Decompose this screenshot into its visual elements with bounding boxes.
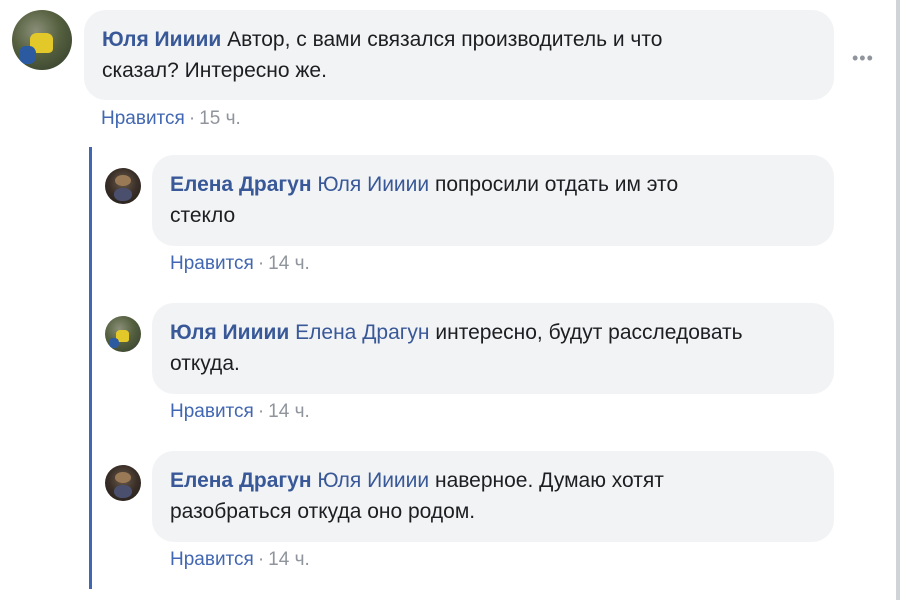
reply-text: стекло: [170, 204, 236, 227]
avatar-detail: [109, 337, 120, 349]
reply-text: откуда.: [170, 352, 240, 375]
comment-text: Автор, с вами связался производитель и ч…: [227, 28, 663, 51]
separator: ·: [257, 549, 265, 570]
reply-thread-line: [89, 147, 92, 589]
more-options-icon[interactable]: •••: [852, 49, 874, 67]
separator: ·: [257, 253, 265, 274]
comment-thread: Юля Иииии Автор, с вами связался произво…: [0, 0, 900, 600]
reply-author-link[interactable]: Елена Драгун: [170, 469, 312, 492]
comment-author-link[interactable]: Юля Иииии: [102, 28, 221, 51]
reply-bubble: Елена Драгун Юля Иииии попросили отдать …: [152, 155, 834, 246]
reply-actions: Нравится · 14 ч.: [170, 253, 310, 275]
like-link[interactable]: Нравится: [170, 549, 254, 570]
reply-author-link[interactable]: Юля Иииии: [170, 321, 289, 344]
reply-text: попросили отдать им это: [434, 173, 679, 196]
reply-bubble: Елена Драгун Юля Иииии наверное. Думаю х…: [152, 451, 834, 542]
avatar[interactable]: [105, 316, 141, 352]
avatar[interactable]: [12, 10, 72, 70]
timestamp[interactable]: 14 ч.: [268, 549, 310, 570]
comment-text: сказал? Интересно же.: [102, 59, 327, 82]
avatar-detail: [115, 472, 131, 483]
separator: ·: [188, 108, 196, 129]
like-link[interactable]: Нравится: [170, 401, 254, 422]
avatar-detail: [114, 484, 133, 499]
timestamp[interactable]: 15 ч.: [199, 108, 241, 129]
avatar[interactable]: [105, 168, 141, 204]
separator: ·: [257, 401, 265, 422]
mention-link[interactable]: Елена Драгун: [295, 321, 429, 344]
reply-bubble: Юля Иииии Елена Драгун интересно, будут …: [152, 303, 834, 394]
timestamp[interactable]: 14 ч.: [268, 253, 310, 274]
avatar-detail: [114, 187, 133, 202]
comment-actions: Нравится · 15 ч.: [101, 108, 241, 130]
reply-actions: Нравится · 14 ч.: [170, 549, 310, 571]
mention-link[interactable]: Юля Иииии: [317, 469, 429, 492]
avatar-detail: [19, 46, 36, 64]
reply-text: наверное. Думаю хотят: [434, 469, 664, 492]
avatar-detail: [115, 175, 131, 186]
reply-text: интересно, будут расследовать: [435, 321, 743, 344]
reply-author-link[interactable]: Елена Драгун: [170, 173, 312, 196]
comment-bubble: Юля Иииии Автор, с вами связался произво…: [84, 10, 834, 100]
reply-actions: Нравится · 14 ч.: [170, 401, 310, 423]
reply-text: разобраться откуда оно родом.: [170, 500, 476, 523]
mention-link[interactable]: Юля Иииии: [317, 173, 429, 196]
like-link[interactable]: Нравится: [170, 253, 254, 274]
scrollbar-track[interactable]: [896, 0, 900, 600]
timestamp[interactable]: 14 ч.: [268, 401, 310, 422]
avatar[interactable]: [105, 465, 141, 501]
like-link[interactable]: Нравится: [101, 108, 185, 129]
